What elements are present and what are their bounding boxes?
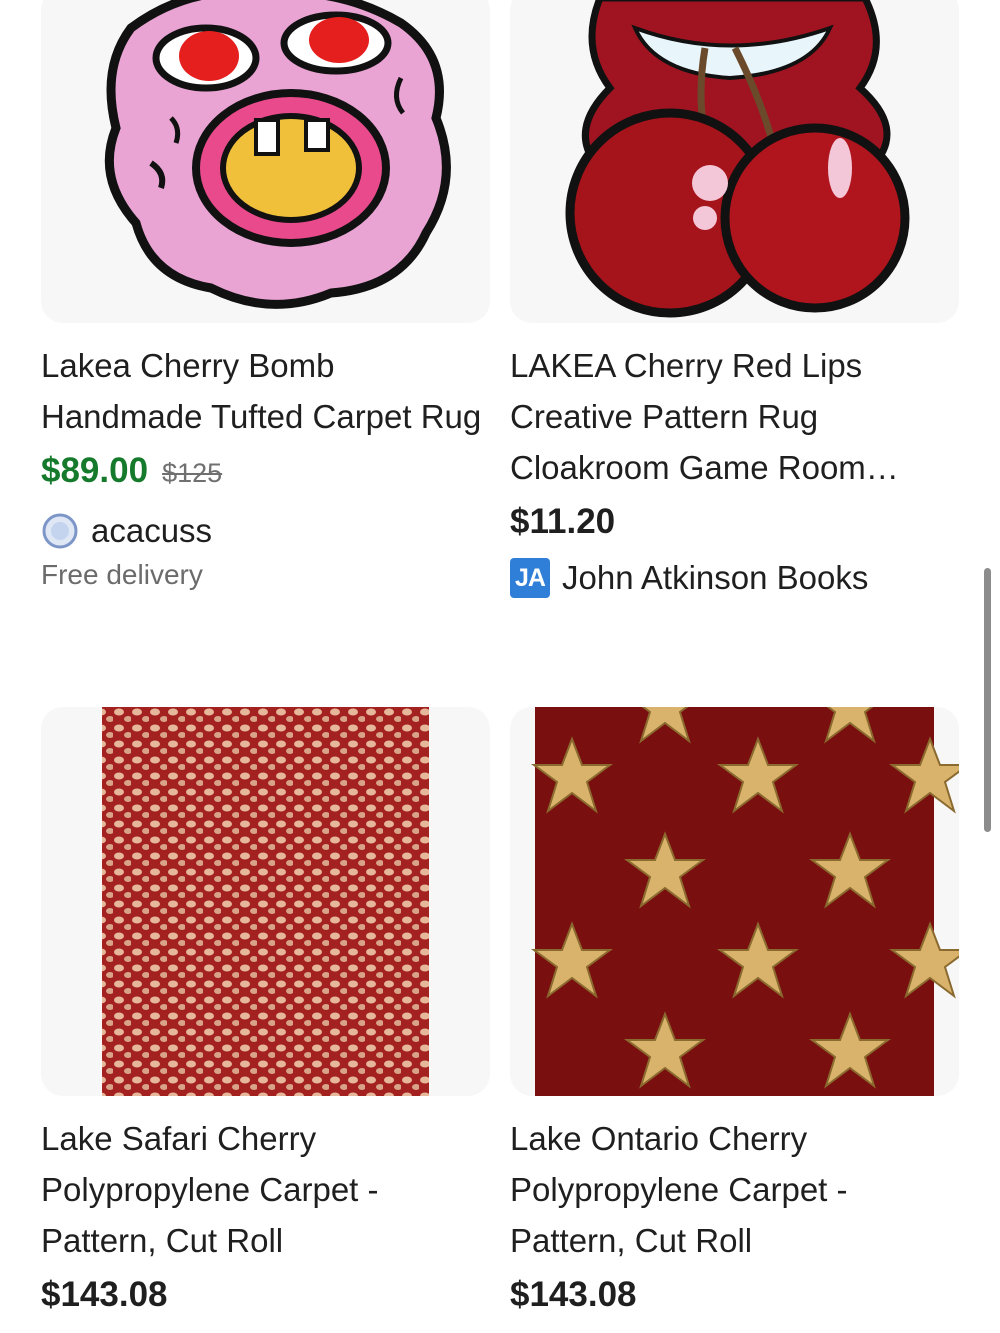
listing-card-3[interactable]: Lake Safari Cherry Polypropylene Carpet … — [41, 707, 490, 1323]
price-row: $89.00 $125 — [41, 451, 490, 499]
globe-icon — [42, 513, 78, 549]
listing-title[interactable]: LAKEA Cherry Red Lips Creative Pattern R… — [510, 340, 959, 493]
seller-row[interactable]: JA John Atkinson Books — [510, 556, 959, 600]
listing-title[interactable]: Lake Safari Cherry Polypropylene Carpet … — [41, 1113, 490, 1266]
listing-image-1[interactable] — [41, 0, 490, 323]
price: $143.08 — [510, 1275, 637, 1314]
price: $11.20 — [510, 502, 616, 541]
ontario-carpet-stars-image — [533, 707, 959, 1096]
seller-badge-icon: JA — [510, 558, 550, 598]
cherry-bomb-rug-image — [104, 0, 451, 309]
price-row: $143.08 — [41, 1275, 490, 1323]
scrollbar[interactable] — [984, 568, 991, 832]
listing-image-3[interactable] — [41, 707, 490, 1096]
seller-name: John Atkinson Books — [562, 559, 869, 596]
sale-price: $89.00 — [41, 451, 149, 490]
listing-card-2[interactable]: LAKEA Cherry Red Lips Creative Pattern R… — [510, 0, 959, 600]
shipping-info: Free delivery — [41, 559, 203, 590]
listing-image-4[interactable] — [510, 707, 959, 1096]
listing-image-2[interactable] — [510, 0, 959, 323]
price-row: $143.08 — [510, 1275, 959, 1323]
price-row: $11.20 — [510, 502, 959, 550]
listing-title[interactable]: Lakea Cherry Bomb Handmade Tufted Carpet… — [41, 340, 490, 442]
original-price: $125 — [162, 458, 223, 488]
listing-title[interactable]: Lake Ontario Cherry Polypropylene Carpet… — [510, 1113, 959, 1266]
listing-card-1[interactable]: Lakea Cherry Bomb Handmade Tufted Carpet… — [41, 0, 490, 591]
price: $143.08 — [41, 1275, 168, 1314]
seller-row[interactable]: acacuss — [41, 509, 490, 553]
safari-carpet-pattern-image — [102, 707, 429, 1096]
cherry-lips-rug-image — [565, 0, 910, 318]
listing-card-4[interactable]: Lake Ontario Cherry Polypropylene Carpet… — [510, 707, 959, 1323]
seller-name: acacuss — [91, 512, 213, 549]
